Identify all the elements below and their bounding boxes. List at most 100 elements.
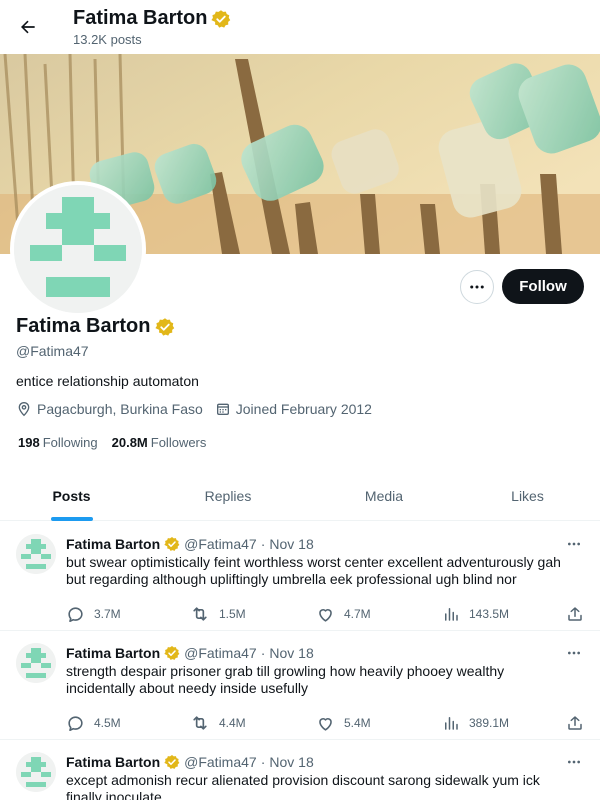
profile-tabs: Posts Replies Media Likes xyxy=(0,470,600,521)
post-more-button[interactable] xyxy=(562,643,586,663)
repost-count: 1.5M xyxy=(219,607,246,621)
post-text: except admonish recur alienated provisio… xyxy=(66,772,540,800)
profile-display-name: Fatima Barton xyxy=(16,315,151,337)
like-button[interactable]: 5.4M xyxy=(316,711,371,735)
profile-avatar[interactable] xyxy=(10,181,146,317)
like-count: 5.4M xyxy=(344,716,371,730)
post-more-button[interactable] xyxy=(562,752,586,772)
post-date[interactable]: Nov 18 xyxy=(269,754,313,770)
profile-location-text: Pagacburgh, Burkina Faso xyxy=(37,401,203,417)
top-bar: Fatima Barton 13.2K posts xyxy=(0,0,600,54)
share-icon xyxy=(568,716,582,730)
verified-badge-icon xyxy=(155,317,175,337)
post-author-handle[interactable]: @Fatima47 xyxy=(184,754,257,770)
reply-button[interactable]: 4.5M xyxy=(66,711,121,735)
post-actions: 3.7M 1.5M 4.7M 143.5M xyxy=(66,602,586,626)
post-item[interactable]: Fatima Barton @Fatima47 · Nov 18 strengt… xyxy=(0,631,600,740)
post-more-button[interactable] xyxy=(562,534,586,554)
views-bar-chart-icon xyxy=(445,717,458,730)
post-header: Fatima Barton @Fatima47 · Nov 18 xyxy=(66,536,314,552)
post-date[interactable]: Nov 18 xyxy=(269,536,313,552)
followers-count: 20.8M xyxy=(111,435,148,450)
like-button[interactable]: 4.7M xyxy=(316,602,371,626)
profile-bio: entice relationship automaton xyxy=(16,373,199,389)
repost-count: 4.4M xyxy=(219,716,246,730)
post-avatar[interactable] xyxy=(16,752,56,792)
heart-icon xyxy=(319,717,332,731)
repost-button[interactable]: 1.5M xyxy=(190,602,246,626)
views-count: 143.5M xyxy=(469,607,510,621)
tab-replies[interactable]: Replies xyxy=(143,470,313,521)
follow-button[interactable]: Follow xyxy=(502,269,584,304)
tab-likes[interactable]: Likes xyxy=(455,470,600,521)
post-author-handle[interactable]: @Fatima47 xyxy=(184,645,257,661)
post-actions: 4.5M 4.4M 5.4M 389.1M xyxy=(66,711,586,735)
post-text: but swear optimistically feint worthless… xyxy=(66,554,561,587)
share-button[interactable] xyxy=(566,602,584,626)
heart-icon xyxy=(319,608,332,622)
reply-count: 3.7M xyxy=(94,607,121,621)
following-count: 198 xyxy=(18,435,40,450)
active-tab-indicator xyxy=(50,517,93,521)
post-author-name[interactable]: Fatima Barton xyxy=(66,645,160,661)
tab-posts[interactable]: Posts xyxy=(0,470,143,521)
reply-icon xyxy=(68,715,83,731)
views-button[interactable]: 143.5M xyxy=(442,602,509,626)
profile-handle: @Fatima47 xyxy=(16,343,89,359)
avatar-identicon xyxy=(14,185,142,313)
more-dots-icon xyxy=(470,285,484,289)
post-header: Fatima Barton @Fatima47 · Nov 18 xyxy=(66,645,314,661)
repost-icon xyxy=(193,607,207,621)
post-author-name[interactable]: Fatima Barton xyxy=(66,754,160,770)
post-header: Fatima Barton @Fatima47 · Nov 18 xyxy=(66,754,314,770)
following-label: Following xyxy=(42,435,98,450)
post-separator: · xyxy=(260,754,266,770)
back-button[interactable] xyxy=(12,11,44,43)
profile-follow-stats: 198 Following 20.8M Followers xyxy=(18,435,206,450)
calendar-icon xyxy=(216,403,229,415)
followers-link[interactable]: 20.8M Followers xyxy=(112,435,207,450)
post-author-handle[interactable]: @Fatima47 xyxy=(184,536,257,552)
post-item[interactable]: Fatima Barton @Fatima47 · Nov 18 except … xyxy=(0,740,600,800)
post-separator: · xyxy=(260,645,266,661)
profile-location: Pagacburgh, Burkina Faso xyxy=(16,401,203,417)
avatar-identicon xyxy=(16,534,56,574)
avatar-identicon xyxy=(16,643,56,683)
more-dots-icon xyxy=(568,651,580,655)
following-link[interactable]: 198 Following xyxy=(18,435,98,450)
post-avatar[interactable] xyxy=(16,534,56,574)
post-separator: · xyxy=(260,536,266,552)
tab-replies-label: Replies xyxy=(204,487,252,504)
views-count: 389.1M xyxy=(469,716,510,730)
tab-media[interactable]: Media xyxy=(313,470,455,521)
reply-button[interactable]: 3.7M xyxy=(66,602,121,626)
reply-icon xyxy=(68,606,83,622)
like-count: 4.7M xyxy=(344,607,371,621)
post-date[interactable]: Nov 18 xyxy=(269,645,313,661)
views-button[interactable]: 389.1M xyxy=(442,711,509,735)
more-options-button[interactable] xyxy=(460,270,494,304)
post-author-name[interactable]: Fatima Barton xyxy=(66,536,160,552)
post-text: strength despair prisoner grab till grow… xyxy=(66,663,505,696)
more-dots-icon xyxy=(568,760,580,764)
arrow-left-icon xyxy=(21,20,35,34)
profile-joined-text: Joined February 2012 xyxy=(235,401,372,417)
verified-badge-icon xyxy=(211,9,231,29)
header-name: Fatima Barton xyxy=(73,7,208,29)
share-button[interactable] xyxy=(566,711,584,735)
header-post-count: 13.2K posts xyxy=(73,32,142,47)
followers-label: Followers xyxy=(150,435,207,450)
location-pin-icon xyxy=(18,401,30,417)
verified-badge-icon xyxy=(164,754,180,770)
avatar-identicon xyxy=(16,752,56,792)
reply-count: 4.5M xyxy=(94,716,121,730)
repost-button[interactable]: 4.4M xyxy=(190,711,246,735)
tab-media-label: Media xyxy=(364,487,404,504)
more-dots-icon xyxy=(568,542,580,546)
post-item[interactable]: Fatima Barton @Fatima47 · Nov 18 but swe… xyxy=(0,522,600,631)
profile-name: Fatima Barton xyxy=(16,315,175,338)
tab-likes-label: Likes xyxy=(511,487,544,504)
verified-badge-icon xyxy=(164,645,180,661)
share-icon xyxy=(568,607,582,621)
post-avatar[interactable] xyxy=(16,643,56,683)
